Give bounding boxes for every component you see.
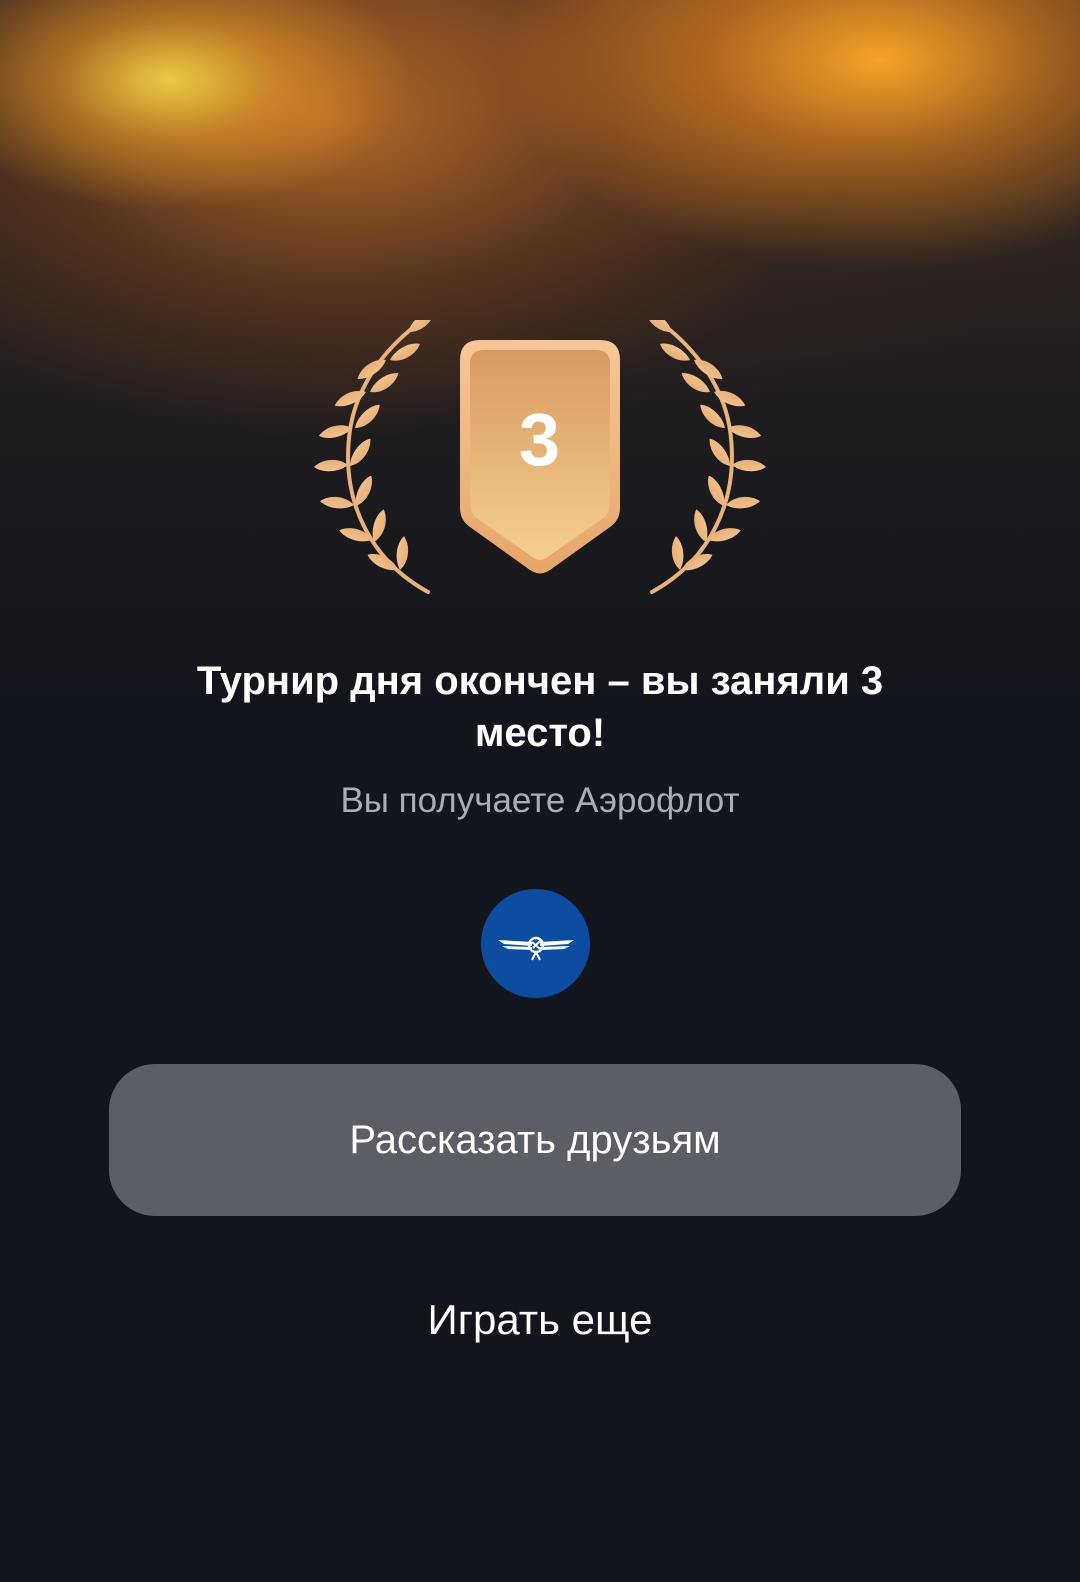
aeroflot-logo [481, 889, 590, 998]
right-laurel-branch [641, 320, 766, 594]
place-number: 3 [518, 398, 562, 481]
reward-subtitle: Вы получаете Аэрофлот [340, 781, 740, 820]
place-badge: 3 [310, 320, 770, 610]
play-again-link[interactable]: Играть еще [340, 1290, 740, 1350]
left-laurel-branch [314, 320, 439, 594]
result-title: Турнир дня окончен – вы заняли 3 место! [196, 659, 884, 755]
share-with-friends-button[interactable]: Рассказать друзьям [109, 1064, 961, 1216]
aeroflot-wings-icon [497, 936, 574, 960]
